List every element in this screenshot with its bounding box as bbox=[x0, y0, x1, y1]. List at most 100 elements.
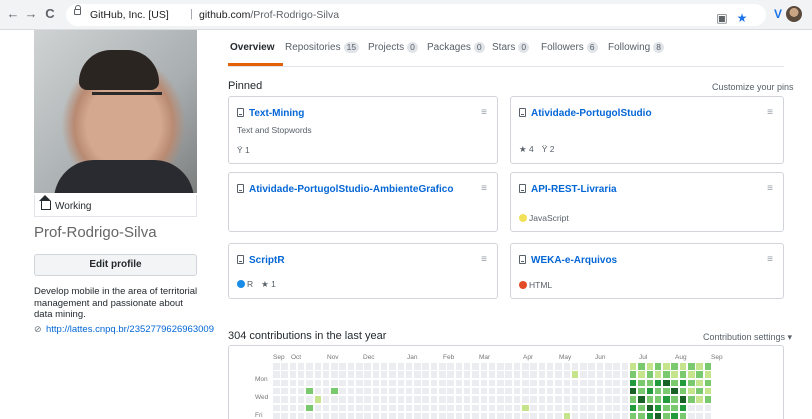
contribution-day[interactable] bbox=[638, 396, 645, 403]
contribution-day[interactable] bbox=[696, 404, 703, 411]
contribution-day[interactable] bbox=[364, 363, 371, 370]
contribution-day[interactable] bbox=[289, 396, 297, 403]
contribution-day[interactable] bbox=[339, 404, 346, 411]
contribution-day[interactable] bbox=[688, 387, 695, 395]
contribution-day[interactable] bbox=[621, 396, 629, 403]
contribution-day[interactable] bbox=[538, 404, 546, 411]
contribution-day[interactable] bbox=[497, 387, 504, 395]
contribution-day[interactable] bbox=[389, 404, 396, 411]
contribution-day[interactable] bbox=[389, 371, 396, 378]
contribution-day[interactable] bbox=[513, 412, 521, 419]
contribution-day[interactable] bbox=[372, 404, 380, 411]
contribution-day[interactable] bbox=[596, 371, 604, 378]
contribution-day[interactable] bbox=[497, 404, 504, 411]
contribution-day[interactable] bbox=[671, 387, 678, 395]
contribution-day[interactable] bbox=[339, 396, 346, 403]
contribution-day[interactable] bbox=[331, 371, 338, 378]
contribution-day[interactable] bbox=[646, 396, 653, 403]
contribution-day[interactable] bbox=[380, 412, 388, 419]
contribution-day[interactable] bbox=[522, 404, 529, 411]
star-count[interactable]: ★ 4 bbox=[519, 144, 534, 154]
contribution-day[interactable] bbox=[513, 387, 521, 395]
contribution-day[interactable] bbox=[580, 404, 587, 411]
profile-website-link[interactable]: http://lattes.cnpq.br/2352779626963009 bbox=[46, 324, 214, 335]
contribution-day[interactable] bbox=[654, 387, 662, 395]
contribution-day[interactable] bbox=[654, 379, 662, 387]
contribution-day[interactable] bbox=[281, 363, 288, 370]
contribution-day[interactable] bbox=[314, 387, 321, 395]
contribution-day[interactable] bbox=[704, 379, 712, 387]
contribution-day[interactable] bbox=[621, 363, 629, 370]
contribution-day[interactable] bbox=[629, 379, 637, 387]
contribution-day[interactable] bbox=[430, 387, 438, 395]
contribution-day[interactable] bbox=[380, 404, 388, 411]
contribution-day[interactable] bbox=[289, 387, 297, 395]
contribution-day[interactable] bbox=[372, 363, 380, 370]
fork-count[interactable]: Ÿ 2 bbox=[542, 144, 555, 154]
contribution-day[interactable] bbox=[356, 363, 363, 370]
contribution-day[interactable] bbox=[447, 412, 454, 419]
contribution-day[interactable] bbox=[546, 371, 554, 378]
repo-name-link[interactable]: WEKA-e-Arquivos bbox=[531, 255, 617, 266]
contribution-day[interactable] bbox=[580, 396, 587, 403]
contribution-day[interactable] bbox=[546, 387, 554, 395]
contribution-day[interactable] bbox=[422, 363, 429, 370]
contribution-day[interactable] bbox=[273, 371, 280, 378]
contribution-day[interactable] bbox=[372, 387, 380, 395]
contribution-day[interactable] bbox=[530, 412, 537, 419]
contribution-day[interactable] bbox=[704, 404, 712, 411]
contribution-day[interactable] bbox=[688, 363, 695, 370]
contribution-day[interactable] bbox=[688, 404, 695, 411]
contribution-day[interactable] bbox=[289, 371, 297, 378]
contribution-day[interactable] bbox=[588, 412, 595, 419]
contribution-day[interactable] bbox=[372, 371, 380, 378]
contribution-day[interactable] bbox=[530, 363, 537, 370]
contribution-day[interactable] bbox=[297, 412, 305, 419]
contribution-day[interactable] bbox=[538, 371, 546, 378]
contribution-day[interactable] bbox=[322, 363, 330, 370]
contribution-day[interactable] bbox=[422, 412, 429, 419]
drag-handle-icon[interactable]: ≡ bbox=[481, 183, 487, 194]
contribution-day[interactable] bbox=[414, 404, 421, 411]
contribution-day[interactable] bbox=[472, 371, 479, 378]
contribution-day[interactable] bbox=[571, 371, 579, 378]
contribution-day[interactable] bbox=[380, 379, 388, 387]
contribution-day[interactable] bbox=[430, 379, 438, 387]
contribution-day[interactable] bbox=[596, 363, 604, 370]
contribution-day[interactable] bbox=[405, 412, 413, 419]
contribution-day[interactable] bbox=[571, 387, 579, 395]
reload-icon[interactable]: C bbox=[43, 7, 57, 21]
contribution-settings-dropdown[interactable]: Contribution settings ▾ bbox=[703, 332, 792, 343]
contribution-day[interactable] bbox=[397, 412, 404, 419]
contribution-day[interactable] bbox=[679, 371, 687, 378]
contribution-day[interactable] bbox=[455, 363, 463, 370]
tab-projects[interactable]: Projects 0 bbox=[368, 42, 418, 53]
contribution-day[interactable] bbox=[580, 412, 587, 419]
contribution-day[interactable] bbox=[306, 363, 313, 370]
contribution-day[interactable] bbox=[671, 404, 678, 411]
contribution-day[interactable] bbox=[563, 387, 570, 395]
contribution-day[interactable] bbox=[455, 404, 463, 411]
contribution-day[interactable] bbox=[513, 396, 521, 403]
contribution-day[interactable] bbox=[331, 363, 338, 370]
contribution-day[interactable] bbox=[488, 379, 496, 387]
contribution-day[interactable] bbox=[688, 412, 695, 419]
bookmark-star-icon[interactable]: ★ bbox=[734, 10, 750, 26]
contribution-day[interactable] bbox=[331, 396, 338, 403]
drag-handle-icon[interactable]: ≡ bbox=[481, 254, 487, 265]
contribution-day[interactable] bbox=[654, 404, 662, 411]
contribution-day[interactable] bbox=[273, 396, 280, 403]
contribution-day[interactable] bbox=[289, 363, 297, 370]
contribution-day[interactable] bbox=[339, 363, 346, 370]
contribution-day[interactable] bbox=[430, 404, 438, 411]
contribution-day[interactable] bbox=[297, 404, 305, 411]
contribution-day[interactable] bbox=[654, 412, 662, 419]
contribution-day[interactable] bbox=[679, 396, 687, 403]
customize-pins-link[interactable]: Customize your pins bbox=[712, 82, 794, 92]
contribution-day[interactable] bbox=[613, 396, 620, 403]
contribution-day[interactable] bbox=[314, 412, 321, 419]
contribution-day[interactable] bbox=[372, 379, 380, 387]
contribution-day[interactable] bbox=[588, 363, 595, 370]
contribution-day[interactable] bbox=[339, 412, 346, 419]
contribution-day[interactable] bbox=[480, 387, 487, 395]
